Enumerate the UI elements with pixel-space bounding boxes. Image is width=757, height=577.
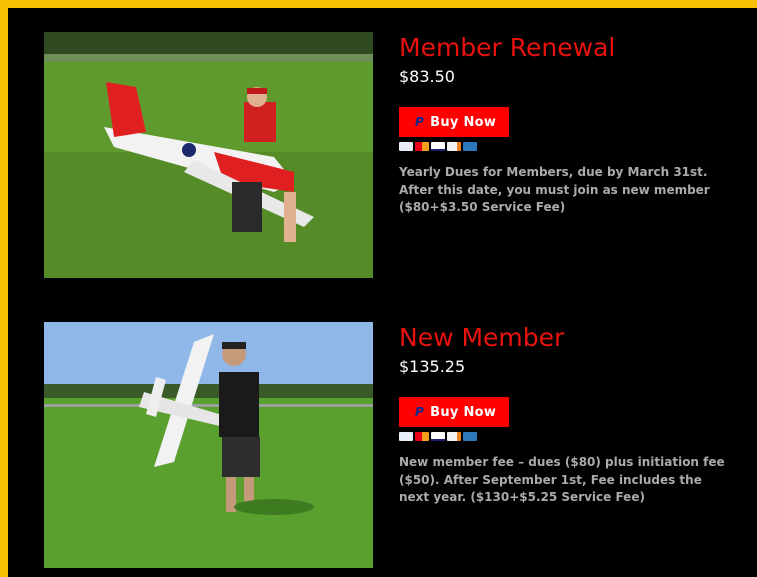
product-description: New member fee – dues ($80) plus initiat… — [399, 455, 725, 504]
product-price: $83.50 — [399, 67, 455, 86]
rc-plane-photo — [44, 322, 373, 568]
payment-methods — [399, 432, 749, 442]
paypal-icon: P — [415, 405, 425, 419]
mastercard-icon — [415, 142, 429, 151]
discover-icon — [447, 432, 461, 441]
product-price: $135.25 — [399, 357, 466, 376]
product-title: New Member — [399, 323, 565, 352]
amex-icon — [463, 142, 477, 151]
buy-now-label: Buy Now — [430, 114, 497, 130]
product-photo-renewal — [44, 32, 373, 278]
payment-methods — [399, 142, 749, 152]
product-photo-new-member — [44, 322, 373, 568]
discover-icon — [447, 142, 461, 151]
visa-icon — [431, 142, 445, 151]
product-info-renewal: Member Renewal $83.50 P Buy Now Yearly D… — [399, 32, 749, 217]
paypal-card-icon — [399, 432, 413, 441]
paypal-card-icon — [399, 142, 413, 151]
mastercard-icon — [415, 432, 429, 441]
paypal-icon: P — [415, 115, 425, 129]
visa-icon — [431, 432, 445, 441]
product-description: Yearly Dues for Members, due by March 31… — [399, 165, 710, 214]
buy-now-button[interactable]: P Buy Now — [399, 107, 509, 137]
amex-icon — [463, 432, 477, 441]
buy-now-label: Buy Now — [430, 404, 497, 420]
buy-now-button[interactable]: P Buy Now — [399, 397, 509, 427]
product-title: Member Renewal — [399, 33, 616, 62]
rc-plane-photo — [44, 32, 373, 278]
product-info-new-member: New Member $135.25 P Buy Now New member … — [399, 322, 749, 507]
page-frame: Member Renewal $83.50 P Buy Now Yearly D… — [8, 8, 757, 577]
